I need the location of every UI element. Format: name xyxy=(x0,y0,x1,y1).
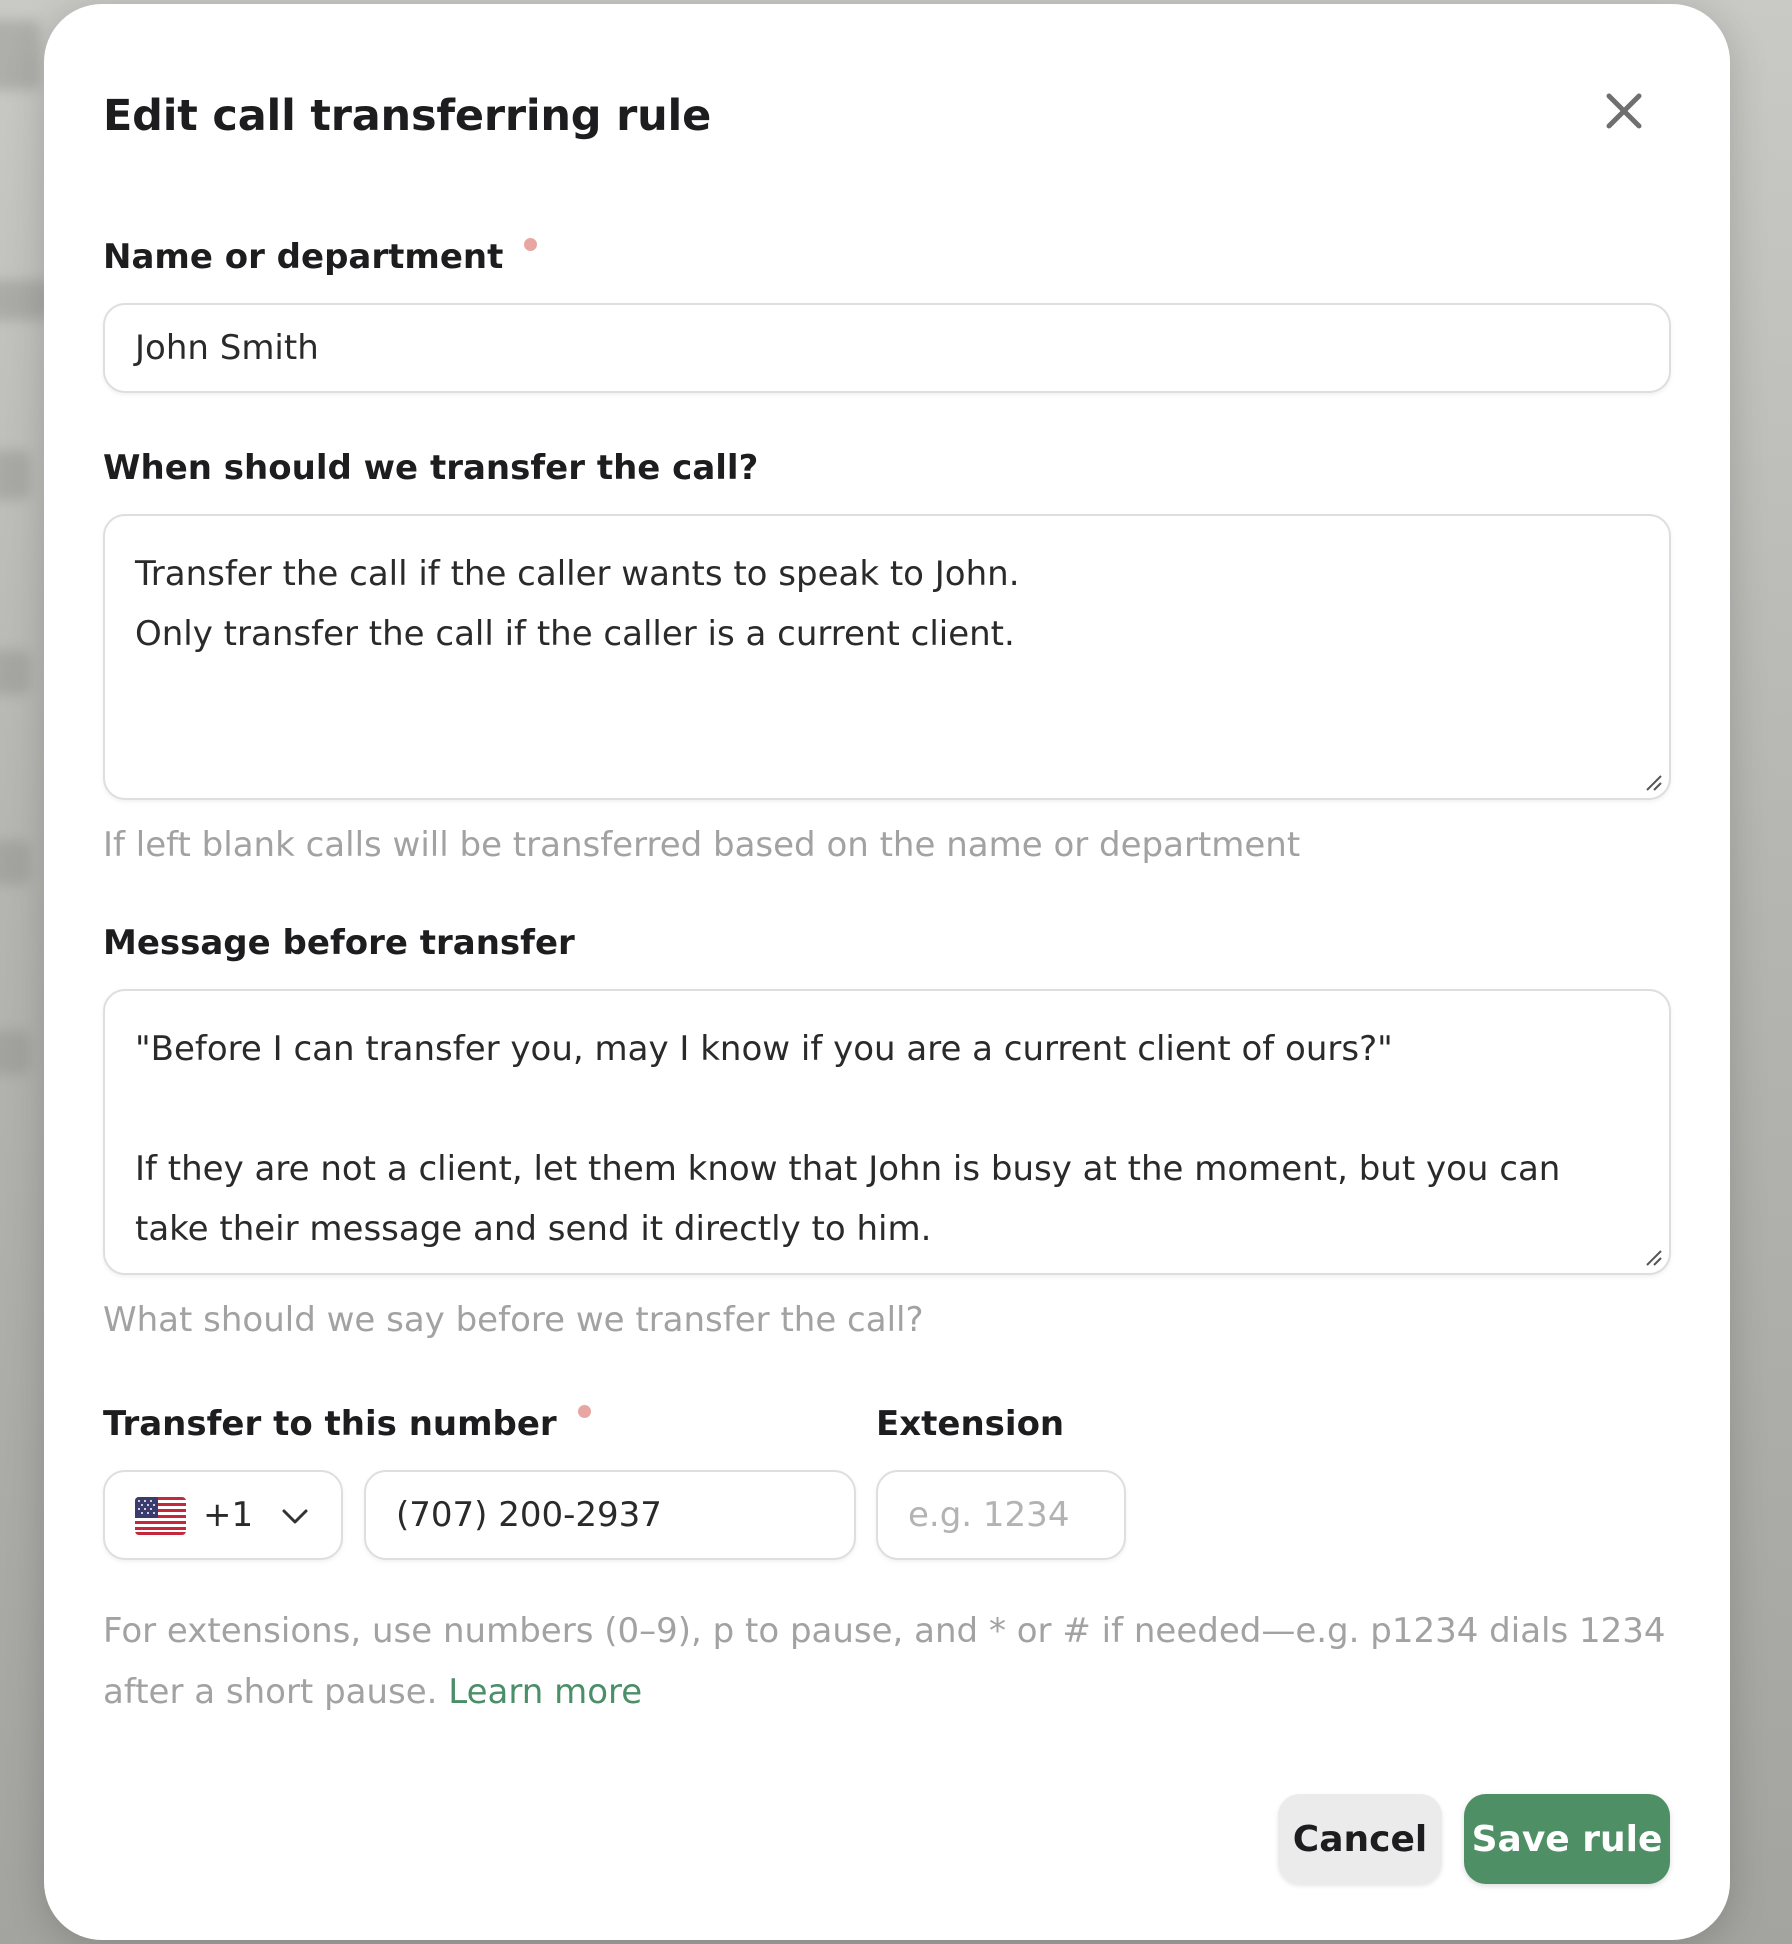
phone-number-value: (707) 200-2937 xyxy=(396,1495,662,1535)
name-input-value: John Smith xyxy=(135,328,319,368)
message-textarea[interactable]: "Before I can transfer you, may I know i… xyxy=(103,989,1671,1275)
extension-label: Extension xyxy=(876,1404,1065,1444)
resize-handle-icon[interactable] xyxy=(1643,772,1663,792)
background-shape xyxy=(0,450,30,500)
extension-input[interactable]: e.g. 1234 xyxy=(876,1470,1126,1560)
close-button[interactable] xyxy=(1599,86,1649,136)
required-indicator xyxy=(524,238,538,251)
extension-placeholder: e.g. 1234 xyxy=(908,1495,1070,1535)
background-shape xyxy=(0,280,50,320)
us-flag-icon xyxy=(135,1497,186,1535)
when-textarea-value: Transfer the call if the caller wants to… xyxy=(135,554,1020,654)
country-code-select[interactable]: +1 xyxy=(103,1470,343,1560)
learn-more-link[interactable]: Learn more xyxy=(448,1672,642,1712)
message-helper-text: What should we say before we transfer th… xyxy=(103,1300,924,1340)
country-code-value: +1 xyxy=(203,1495,254,1535)
cancel-button[interactable]: Cancel xyxy=(1278,1794,1442,1884)
when-textarea[interactable]: Transfer the call if the caller wants to… xyxy=(103,514,1671,800)
dialog-title: Edit call transferring rule xyxy=(103,91,712,141)
extension-help-text: For extensions, use numbers (0–9), p to … xyxy=(103,1601,1673,1723)
chevron-down-icon xyxy=(282,1509,308,1524)
background-shape xyxy=(0,1030,30,1075)
name-input[interactable]: John Smith xyxy=(103,303,1671,393)
message-label: Message before transfer xyxy=(103,923,575,963)
background-shape xyxy=(0,20,40,90)
background-shape xyxy=(0,840,30,885)
when-label: When should we transfer the call? xyxy=(103,448,759,488)
when-helper-text: If left blank calls will be transferred … xyxy=(103,825,1301,865)
phone-number-input[interactable]: (707) 200-2937 xyxy=(364,1470,856,1560)
save-rule-button[interactable]: Save rule xyxy=(1464,1794,1670,1884)
message-textarea-value: "Before I can transfer you, may I know i… xyxy=(135,1029,1561,1249)
resize-handle-icon[interactable] xyxy=(1643,1247,1663,1267)
close-icon xyxy=(1606,93,1642,129)
extension-help-body: For extensions, use numbers (0–9), p to … xyxy=(103,1611,1666,1712)
name-label-text: Name or department xyxy=(103,237,504,277)
transfer-number-label-text: Transfer to this number xyxy=(103,1404,557,1444)
name-label: Name or department xyxy=(103,235,538,279)
edit-rule-dialog: Edit call transferring rule Name or depa… xyxy=(44,4,1730,1940)
background-shape xyxy=(0,650,30,695)
transfer-number-label: Transfer to this number xyxy=(103,1402,591,1446)
required-indicator xyxy=(577,1405,591,1418)
